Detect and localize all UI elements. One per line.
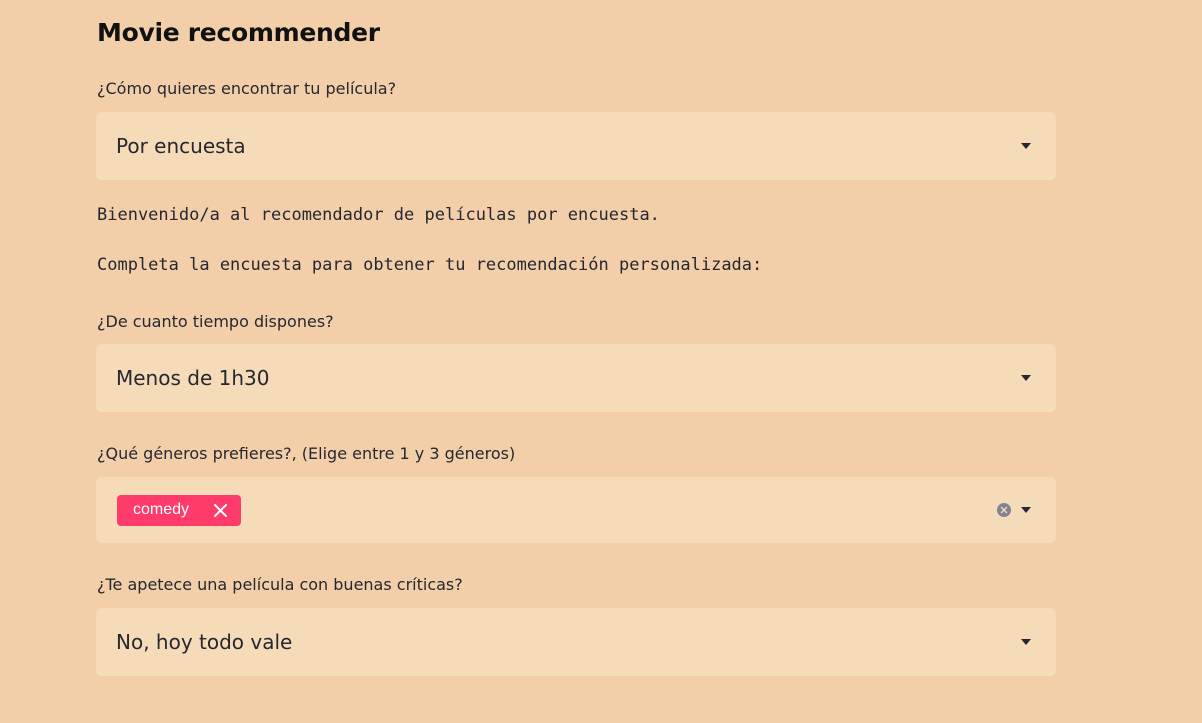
clear-circle-icon[interactable] bbox=[997, 503, 1011, 517]
reviews-question-label: ¿Te apetece una película con buenas crít… bbox=[97, 575, 463, 594]
chevron-down-icon[interactable] bbox=[1021, 143, 1031, 149]
genres-multiselect[interactable]: comedy bbox=[96, 477, 1056, 543]
close-icon[interactable] bbox=[213, 503, 228, 518]
time-select[interactable]: Menos de 1h30 bbox=[96, 344, 1056, 412]
time-question-label: ¿De cuanto tiempo dispones? bbox=[97, 312, 334, 331]
reviews-select-value: No, hoy todo vale bbox=[116, 630, 293, 654]
genre-tag-label: comedy bbox=[133, 501, 190, 518]
search-mode-select[interactable]: Por encuesta bbox=[96, 112, 1056, 180]
instructions-text: Completa la encuesta para obtener tu rec… bbox=[97, 255, 763, 275]
welcome-text: Bienvenido/a al recomendador de película… bbox=[97, 205, 660, 225]
chevron-down-icon[interactable] bbox=[1021, 375, 1031, 381]
genre-tag: comedy bbox=[117, 495, 241, 526]
genres-question-label: ¿Qué géneros prefieres?, (Elige entre 1 … bbox=[97, 444, 516, 463]
search-mode-value: Por encuesta bbox=[116, 134, 246, 158]
chevron-down-icon[interactable] bbox=[1021, 507, 1031, 513]
reviews-select[interactable]: No, hoy todo vale bbox=[96, 608, 1056, 676]
chevron-down-icon[interactable] bbox=[1021, 639, 1031, 645]
search-mode-label: ¿Cómo quieres encontrar tu película? bbox=[97, 79, 397, 98]
page-title: Movie recommender bbox=[97, 18, 380, 47]
time-select-value: Menos de 1h30 bbox=[116, 366, 270, 390]
